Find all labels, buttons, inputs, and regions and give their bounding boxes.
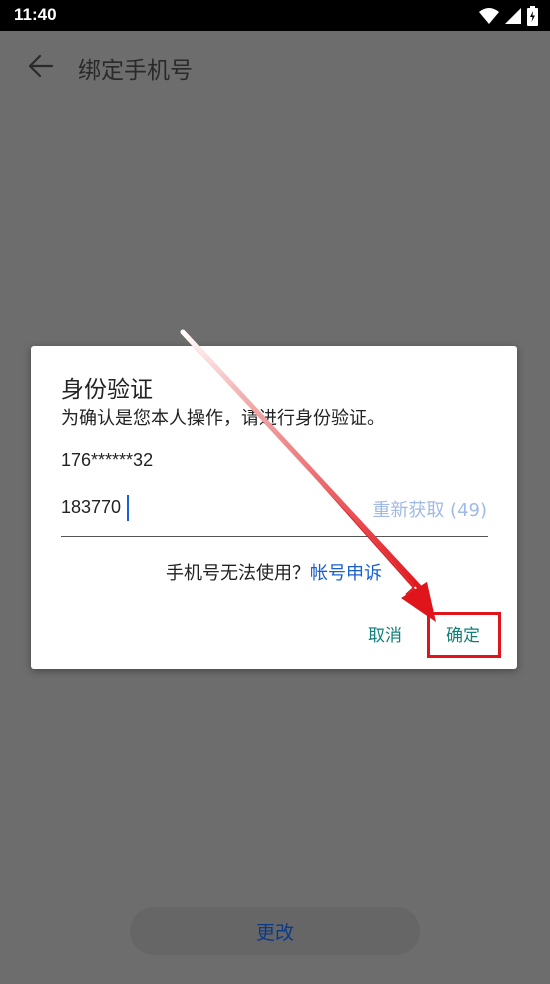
cancel-button[interactable]: 取消	[368, 621, 402, 646]
dialog-subtitle: 为确认是您本人操作，请进行身份验证。	[61, 408, 385, 429]
resend-code-button[interactable]: 重新获取 (49)	[372, 496, 487, 522]
wifi-icon	[479, 8, 499, 24]
battery-icon	[527, 6, 538, 26]
dialog-title: 身份验证	[61, 377, 153, 403]
help-row: 手机号无法使用？帐号申诉	[31, 559, 517, 585]
text-caret	[127, 495, 129, 521]
status-bar: 11:40	[0, 0, 550, 31]
page-title: 绑定手机号	[78, 58, 193, 84]
status-time: 11:40	[14, 5, 57, 24]
change-button-label: 更改	[255, 921, 294, 944]
highlight-box	[427, 612, 501, 658]
verification-code-input[interactable]	[61, 492, 361, 522]
input-underline	[61, 536, 488, 537]
help-text: 手机号无法使用？	[166, 563, 310, 584]
masked-phone-number: 176******32	[61, 450, 154, 470]
app-bar: 绑定手机号	[0, 31, 550, 101]
change-button[interactable]: 更改	[130, 907, 420, 955]
account-appeal-link[interactable]: 帐号申诉	[310, 563, 382, 584]
status-icons	[479, 6, 538, 26]
signal-icon	[505, 8, 521, 24]
arrow-left-icon[interactable]	[26, 51, 56, 81]
